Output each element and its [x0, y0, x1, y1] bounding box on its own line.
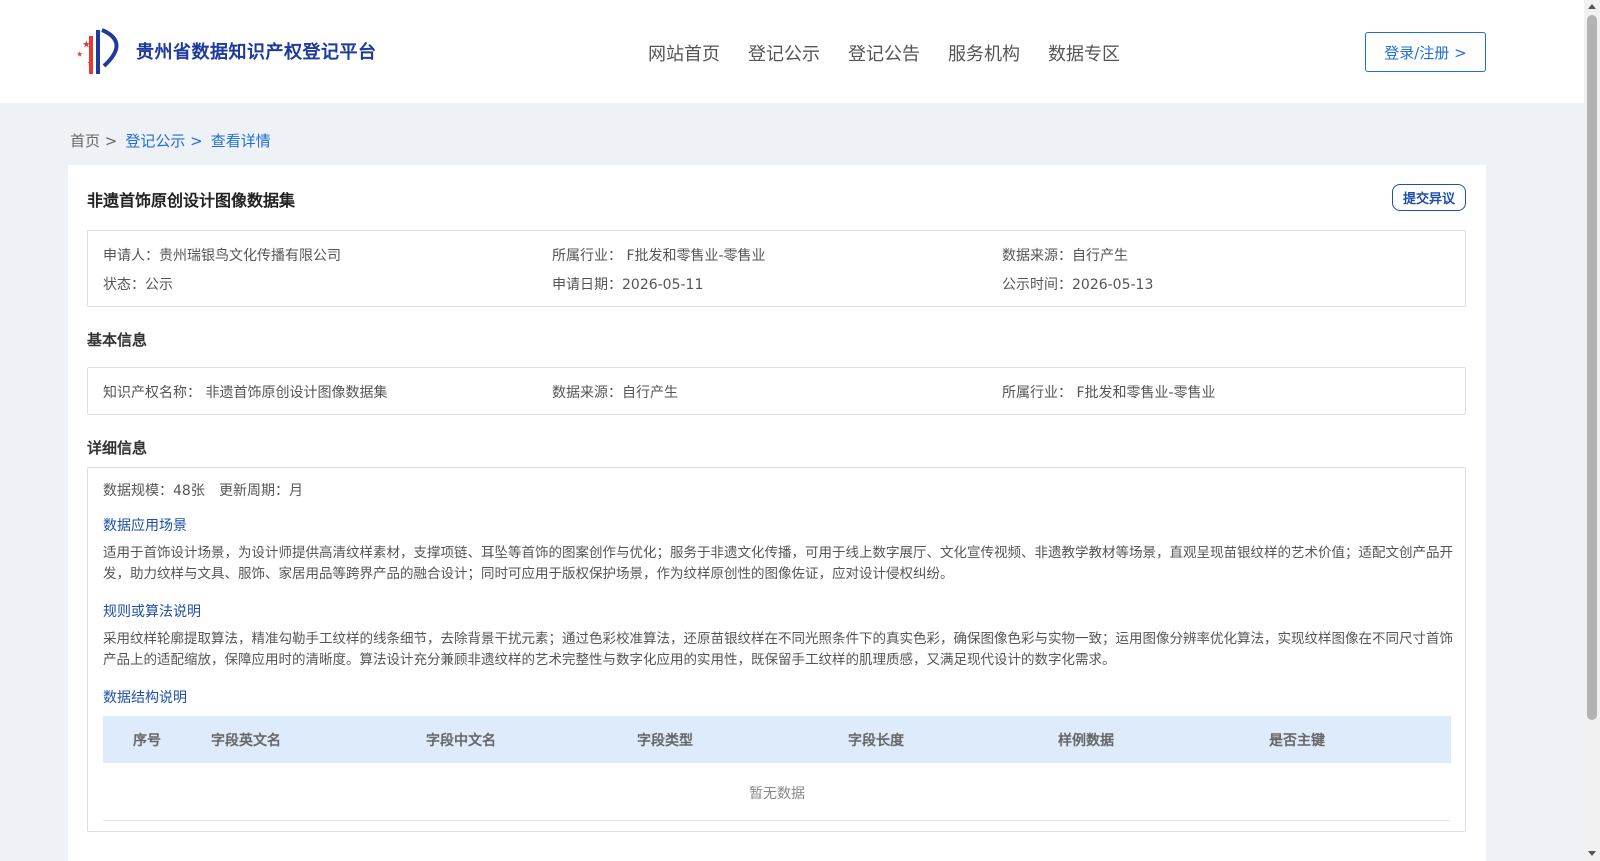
application-scene-title: 数据应用场景	[103, 518, 187, 534]
scroll-up-icon[interactable]	[1588, 4, 1596, 9]
record-summary-box: 申请人：贵州瑞银鸟文化传播有限公司 所属行业： F批发和零售业-零售业 数据来源…	[87, 230, 1466, 307]
data-structure-title: 数据结构说明	[103, 690, 187, 706]
basic-industry: 所属行业： F批发和零售业-零售业	[1002, 385, 1216, 401]
breadcrumb-home[interactable]: 首页 >	[70, 130, 117, 151]
breadcrumb-view-details: 查看详情	[210, 132, 271, 150]
industry: 所属行业： F批发和零售业-零售业	[552, 248, 766, 264]
page-scrollbar[interactable]	[1584, 0, 1600, 861]
structure-table-header: 序号 字段英文名 字段中文名 字段类型 字段长度 样例数据 是否主键	[103, 716, 1451, 763]
scroll-down-icon[interactable]	[1588, 851, 1596, 856]
main-nav: 网站首页 登记公示 登记公告 服务机构 数据专区	[648, 40, 1148, 66]
col-primary-key: 是否主键	[1269, 733, 1325, 749]
ip-name: 知识产权名称： 非遗首饰原创设计图像数据集	[103, 385, 388, 401]
col-index: 序号	[133, 733, 161, 749]
nav-registration-publicity[interactable]: 登记公示	[748, 40, 820, 66]
site-header: 贵州省数据知识产权登记平台 网站首页 登记公示 登记公告 服务机构 数据专区 登…	[0, 0, 1584, 103]
record-title: 非遗首饰原创设计图像数据集	[87, 191, 296, 210]
detail-info-box: 数据规模：48张 更新周期：月 数据应用场景 适用于首饰设计场景，为设计师提供高…	[87, 467, 1466, 832]
empty-data-text: 暂无数据	[749, 786, 805, 802]
submit-objection-button[interactable]: 提交异议	[1392, 184, 1466, 211]
site-logo[interactable]: 贵州省数据知识产权登记平台	[72, 26, 377, 76]
detail-card: 非遗首饰原创设计图像数据集 提交异议 申请人：贵州瑞银鸟文化传播有限公司 所属行…	[68, 165, 1486, 861]
col-sample-data: 样例数据	[1058, 733, 1114, 749]
data-scale: 数据规模：48张	[103, 483, 205, 499]
site-title: 贵州省数据知识产权登记平台	[136, 42, 377, 63]
nav-home[interactable]: 网站首页	[648, 40, 720, 66]
breadcrumb-registration-publicity[interactable]: 登记公示 >	[125, 130, 202, 151]
publicity-date: 公示时间：2026-05-13	[1002, 277, 1154, 293]
status: 状态：公示	[103, 277, 173, 293]
basic-data-source: 数据来源：自行产生	[552, 385, 678, 401]
nav-registration-announcement[interactable]: 登记公告	[848, 40, 920, 66]
algorithm-title: 规则或算法说明	[103, 604, 201, 620]
scroll-thumb[interactable]	[1587, 15, 1597, 720]
algorithm-text: 采用纹样轮廓提取算法，精准勾勒手工纹样的线条细节，去除背景干扰元素；通过色彩校准…	[103, 631, 1453, 668]
detail-info-title: 详细信息	[87, 439, 148, 457]
update-cycle: 更新周期：月	[219, 483, 303, 499]
breadcrumb: 首页 > 登记公示 > 查看详情	[70, 130, 271, 151]
basic-info-title: 基本信息	[87, 331, 148, 349]
apply-date: 申请日期：2026-05-11	[552, 277, 704, 293]
structure-table-empty: 暂无数据	[103, 763, 1451, 821]
data-source: 数据来源：自行产生	[1002, 248, 1128, 264]
nav-service-agencies[interactable]: 服务机构	[948, 40, 1020, 66]
logo-emblem-icon	[76, 28, 119, 74]
nav-data-zone[interactable]: 数据专区	[1048, 40, 1120, 66]
col-field-en: 字段英文名	[211, 733, 281, 749]
col-field-type: 字段类型	[637, 733, 693, 749]
application-scene-text: 适用于首饰设计场景，为设计师提供高清纹样素材，支撑项链、耳坠等首饰的图案创作与优…	[103, 545, 1453, 582]
login-register-button[interactable]: 登录/注册 >	[1365, 32, 1486, 72]
col-field-cn: 字段中文名	[426, 733, 496, 749]
col-field-length: 字段长度	[848, 733, 904, 749]
applicant: 申请人：贵州瑞银鸟文化传播有限公司	[103, 248, 341, 264]
basic-info-box: 知识产权名称： 非遗首饰原创设计图像数据集 数据来源：自行产生 所属行业： F批…	[87, 367, 1466, 415]
